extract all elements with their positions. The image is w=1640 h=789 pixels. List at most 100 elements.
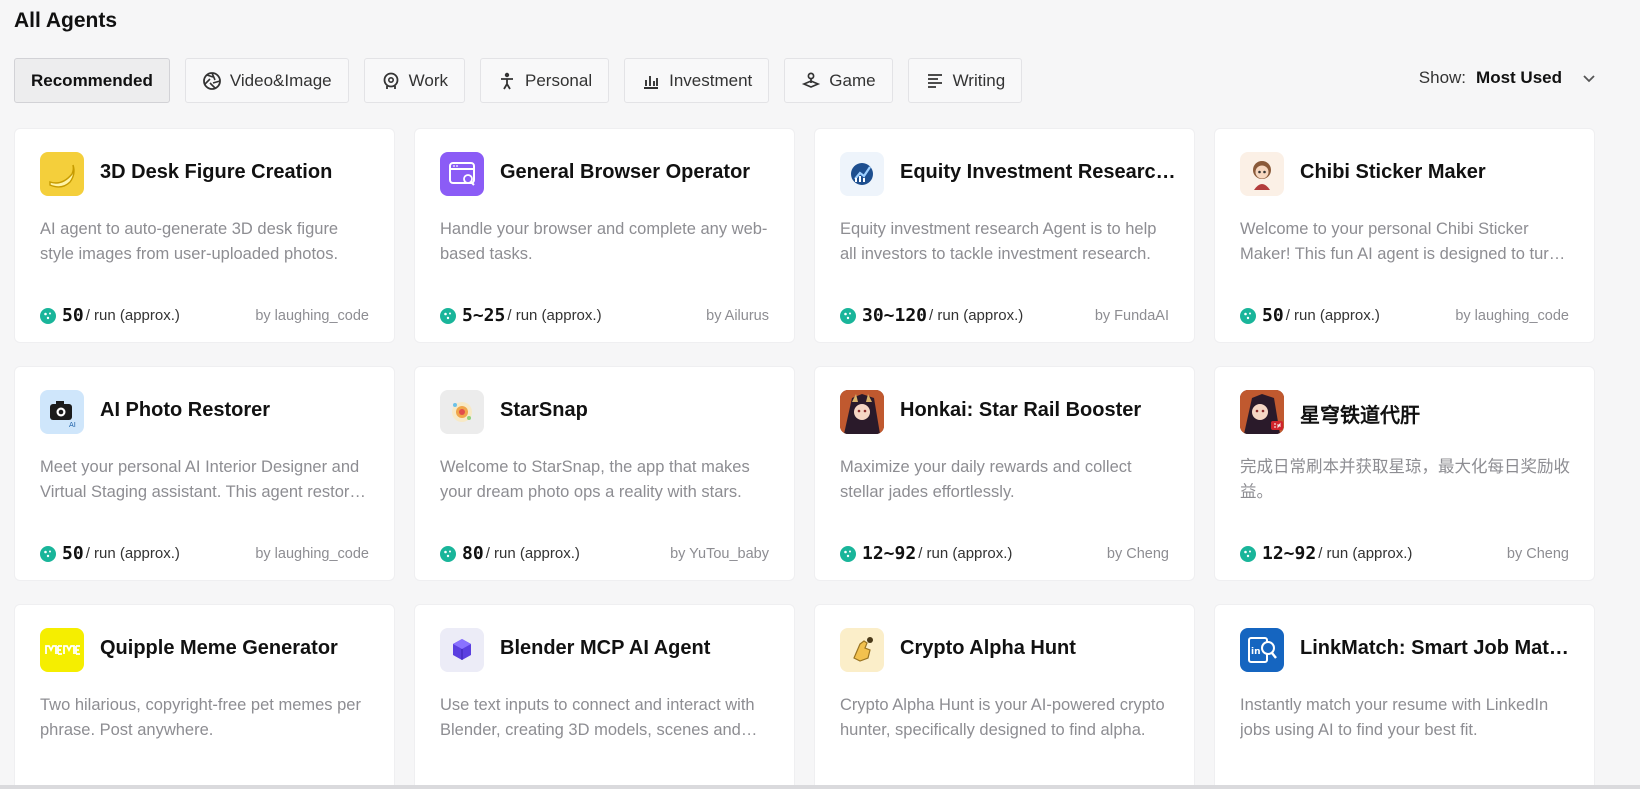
tab-label: Video&Image xyxy=(229,70,332,90)
tab-recommended[interactable]: Recommended xyxy=(14,58,170,103)
price-unit: / run (approx.) xyxy=(485,545,580,562)
price-unit: / run (approx.) xyxy=(85,545,180,562)
price-unit: / run (approx.) xyxy=(507,307,602,324)
price-unit: / run (approx.) xyxy=(918,545,1013,562)
agent-price: 50 / run (approx.) xyxy=(40,543,180,564)
game-character-cn-icon xyxy=(1240,390,1284,434)
agent-card[interactable]: StarSnap Welcome to StarSnap, the app th… xyxy=(414,366,795,581)
bar-chart-icon xyxy=(641,71,661,91)
agent-author[interactable]: by FundaAI xyxy=(1095,308,1169,324)
agent-price: 80 / run (approx.) xyxy=(440,543,580,564)
tab-writing[interactable]: Writing xyxy=(907,58,1023,103)
agent-description: Welcome to your personal Chibi Sticker M… xyxy=(1240,220,1558,263)
agent-description: Equity investment research Agent is to h… xyxy=(840,220,1157,263)
agent-description: Crypto Alpha Hunt is your AI-powered cry… xyxy=(840,696,1165,739)
tab-video-image[interactable]: Video&Image xyxy=(184,58,349,103)
agent-footer: 50 / run (approx.) by laughing_code xyxy=(40,305,369,326)
agent-card[interactable]: Equity Investment Research Agent Equity … xyxy=(814,128,1195,343)
price-value: 12~92 xyxy=(1262,543,1317,564)
agent-price: 50 / run (approx.) xyxy=(1240,305,1380,326)
sort-selector[interactable]: Show: Most Used xyxy=(1419,68,1598,88)
agent-footer: 5~25 / run (approx.) by Ailurus xyxy=(440,305,769,326)
agent-card[interactable]: 3D Desk Figure Creation AI agent to auto… xyxy=(14,128,395,343)
coin-icon xyxy=(440,307,456,324)
agent-footer: 50 / run (approx.) by laughing_code xyxy=(40,543,369,564)
agent-author[interactable]: by laughing_code xyxy=(255,308,369,324)
coin-icon xyxy=(840,545,856,562)
agent-card[interactable]: General Browser Operator Handle your bro… xyxy=(414,128,795,343)
tab-label: Game xyxy=(829,70,876,90)
agent-author[interactable]: by Ailurus xyxy=(706,308,769,324)
tab-investment[interactable]: Investment xyxy=(624,58,770,103)
price-value: 50 xyxy=(1262,305,1284,326)
svg-text:in: in xyxy=(1251,647,1261,657)
agent-card[interactable]: Blender MCP AI Agent Use text inputs to … xyxy=(414,604,795,789)
linkedin-search-icon: in xyxy=(1240,628,1284,672)
agent-card[interactable]: AI AI Photo Restorer Meet your personal … xyxy=(14,366,395,581)
agent-card[interactable]: 星穹铁道代肝 完成日常刷本并获取星琼，最大化每日奖励收益。 12~92 / ru… xyxy=(1214,366,1595,581)
page-bottom-edge xyxy=(0,785,1640,789)
agent-card[interactable]: Chibi Sticker Maker Welcome to your pers… xyxy=(1214,128,1595,343)
camera-ai-icon: AI xyxy=(40,390,84,434)
agent-description: 完成日常刷本并获取星琼，最大化每日奖励收益。 xyxy=(1240,458,1570,501)
agent-description: AI agent to auto-generate 3D desk figure… xyxy=(40,220,339,263)
agent-title: Chibi Sticker Maker xyxy=(1300,161,1486,183)
agent-description: Maximize your daily rewards and collect … xyxy=(840,458,1132,501)
agent-card[interactable]: in LinkMatch: Smart Job Matcher Instantl… xyxy=(1214,604,1595,789)
agent-footer: 30~120 / run (approx.) by FundaAI xyxy=(840,305,1169,326)
agent-description: Instantly match your resume with LinkedI… xyxy=(1240,696,1549,739)
agent-footer: 12~92 / run (approx.) by Cheng xyxy=(840,543,1169,564)
price-value: 5~25 xyxy=(462,305,506,326)
agent-price: 50 / run (approx.) xyxy=(40,305,180,326)
globe-chart-icon xyxy=(840,152,884,196)
chevron-down-icon[interactable] xyxy=(1580,69,1598,87)
agent-description: Handle your browser and complete any web… xyxy=(440,220,768,263)
agent-author[interactable]: by Cheng xyxy=(1507,546,1569,562)
agent-price: 12~92 / run (approx.) xyxy=(840,543,1012,564)
agent-title: Equity Investment Research Agent xyxy=(900,161,1180,183)
banana-icon xyxy=(40,152,84,196)
aperture-icon xyxy=(202,71,222,91)
price-unit: / run (approx.) xyxy=(85,307,180,324)
meme-logo-icon xyxy=(40,628,84,672)
agent-card[interactable]: Quipple Meme Generator Two hilarious, co… xyxy=(14,604,395,789)
price-value: 80 xyxy=(462,543,484,564)
text-lines-icon xyxy=(925,71,945,91)
hand-pointer-icon xyxy=(840,628,884,672)
svg-text:AI: AI xyxy=(69,421,76,429)
price-value: 30~120 xyxy=(862,305,928,326)
tab-personal[interactable]: Personal xyxy=(480,58,610,103)
sort-label: Show: xyxy=(1418,68,1467,87)
agent-description: Welcome to StarSnap, the app that makes … xyxy=(440,458,750,501)
price-value: 12~92 xyxy=(862,543,917,564)
agent-title: General Browser Operator xyxy=(500,161,751,183)
tab-game[interactable]: Game xyxy=(784,58,893,103)
agent-title: 星穹铁道代肝 xyxy=(1300,405,1420,427)
tab-work[interactable]: Work xyxy=(363,58,465,103)
agent-author[interactable]: by laughing_code xyxy=(1455,308,1569,324)
coin-icon xyxy=(1240,307,1256,324)
coin-icon xyxy=(40,545,56,562)
tab-label: Writing xyxy=(952,70,1006,90)
agent-title: 3D Desk Figure Creation xyxy=(100,161,333,183)
agent-footer: 80 / run (approx.) by YuTou_baby xyxy=(440,543,769,564)
price-unit: / run (approx.) xyxy=(1285,307,1380,324)
agent-footer: 12~92 / run (approx.) by Cheng xyxy=(1240,543,1569,564)
agents-page: All Agents Recommended Video&Image Work … xyxy=(0,0,1640,789)
joystick-icon xyxy=(801,71,821,91)
sort-value[interactable]: Most Used xyxy=(1476,68,1562,88)
agent-card[interactable]: Honkai: Star Rail Booster Maximize your … xyxy=(814,366,1195,581)
price-unit: / run (approx.) xyxy=(1318,545,1413,562)
agent-card[interactable]: Crypto Alpha Hunt Crypto Alpha Hunt is y… xyxy=(814,604,1195,789)
cube-icon xyxy=(440,628,484,672)
chibi-avatar-icon xyxy=(1240,152,1284,196)
coin-icon xyxy=(1240,545,1256,562)
tab-label: Personal xyxy=(525,70,593,90)
coin-icon xyxy=(440,545,456,562)
agent-title: LinkMatch: Smart Job Matcher xyxy=(1300,637,1580,659)
agent-title: AI Photo Restorer xyxy=(100,399,271,421)
coin-icon xyxy=(840,307,856,324)
agent-author[interactable]: by YuTou_baby xyxy=(670,546,769,562)
agent-author[interactable]: by laughing_code xyxy=(255,546,369,562)
agent-author[interactable]: by Cheng xyxy=(1107,546,1169,562)
